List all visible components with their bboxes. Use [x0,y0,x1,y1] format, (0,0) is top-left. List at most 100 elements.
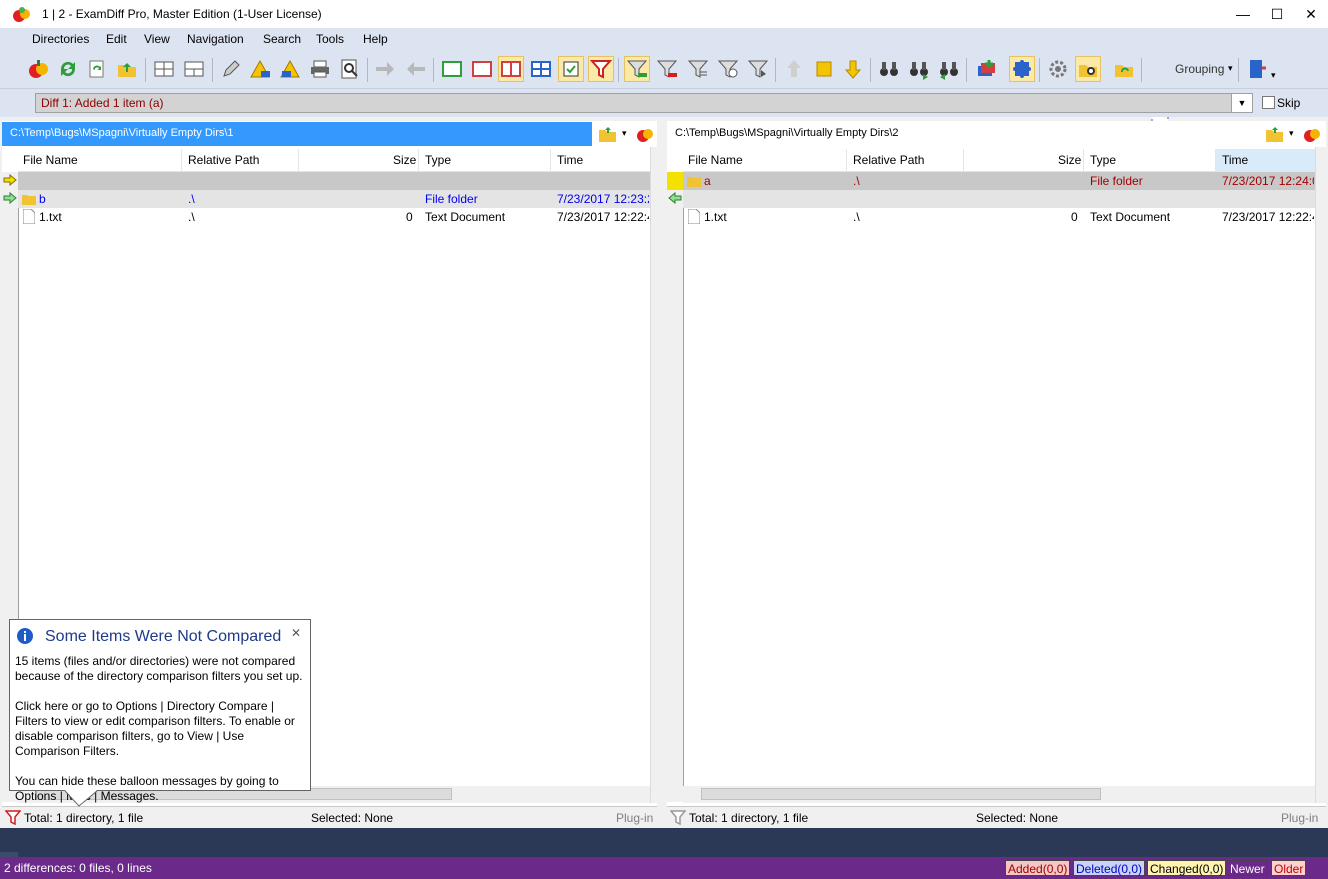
diff-dropdown-icon[interactable]: ▼ [1231,93,1253,113]
refresh-icon[interactable] [55,56,81,82]
title-bar: 1 | 2 - ExamDiff Pro, Master Edition (1-… [0,0,1328,28]
toolbar-separator [433,58,434,82]
diff-selector[interactable]: Diff 1: Added 1 item (a) [35,93,1253,113]
balloon-message[interactable]: 15 items (files and/or directories) were… [15,654,309,804]
gear-icon[interactable] [1045,56,1071,82]
next-diff-icon[interactable] [372,56,398,82]
show-grid-icon[interactable] [528,56,554,82]
layout-icon[interactable] [151,56,177,82]
table-row[interactable]: 1.txt .\ 0 Text Document 7/23/2017 12:22… [683,208,1315,226]
app-logo-icon [13,7,30,22]
legend-deleted: Deleted(0,0) [1073,860,1146,876]
row-type: File folder [425,192,478,206]
row-size: 0 [1071,210,1078,224]
toolbar-overflow-icon[interactable]: ▾ [1271,70,1276,81]
right-col-size[interactable]: Size [1058,153,1081,167]
puzzle-icon[interactable] [1009,56,1035,82]
left-browse-folder-icon[interactable] [598,125,618,146]
filter-clock-icon[interactable] [715,56,741,82]
binoculars-prev-icon[interactable] [936,56,962,82]
sync-folder-icon[interactable] [1111,56,1137,82]
menu-tools[interactable]: Tools [316,32,344,46]
show-right-icon[interactable] [469,56,495,82]
left-vertical-scrollbar[interactable] [650,147,667,803]
menu-help[interactable]: Help [363,32,388,46]
right-horizontal-scrollbar[interactable] [683,786,1315,803]
menu-directories[interactable]: Directories [32,32,89,46]
arrow-up-icon[interactable] [781,56,807,82]
show-both-icon[interactable] [498,56,524,82]
balloon-close-button[interactable]: ✕ [291,626,301,640]
prev-diff-icon[interactable] [403,56,429,82]
binoculars-icon[interactable] [876,56,902,82]
right-compare-icon[interactable] [1303,125,1321,146]
right-vertical-scrollbar[interactable] [1315,147,1328,803]
folder-up-icon[interactable] [114,56,140,82]
right-col-name[interactable]: File Name [688,153,743,167]
print-icon[interactable] [307,56,333,82]
right-browse-dropdown-icon[interactable]: ▾ [1289,128,1294,139]
filter-deleted-icon[interactable] [654,56,680,82]
show-left-icon[interactable] [439,56,465,82]
table-row[interactable] [18,172,650,190]
right-path-bar[interactable]: C:\Temp\Bugs\MSpagni\Virtually Empty Dir… [667,122,1257,146]
stop-icon[interactable] [811,56,837,82]
recompare-icon[interactable] [84,56,110,82]
menu-navigation[interactable]: Navigation [187,32,244,46]
filter-older-icon[interactable] [745,56,771,82]
menu-view[interactable]: View [144,32,170,46]
checkbox-icon[interactable] [558,56,584,82]
left-compare-icon[interactable] [636,125,654,146]
menu-search[interactable]: Search [263,32,301,46]
legend-added: Added(0,0) [1005,860,1071,876]
arrow-down-icon[interactable] [840,56,866,82]
left-col-time[interactable]: Time [557,153,583,167]
minimize-button[interactable]: — [1226,0,1260,28]
right-col-type[interactable]: Type [1090,153,1116,167]
filter-added-icon[interactable] [624,56,650,82]
add-plugin-icon[interactable] [973,56,999,82]
filter-changed-icon[interactable] [685,56,711,82]
table-row[interactable]: b .\ File folder 7/23/2017 12:23:23 [18,190,650,208]
grouping-dropdown-icon[interactable]: ▾ [1228,63,1233,74]
left-col-size[interactable]: Size [393,153,416,167]
right-col-time[interactable]: Time [1222,153,1248,167]
balloon-title: Some Items Were Not Compared [45,628,282,645]
right-scroll-thumb[interactable] [701,788,1101,800]
layout-alt-icon[interactable] [181,56,207,82]
grouping-button[interactable]: Grouping [1175,62,1224,76]
exit-icon[interactable] [1243,56,1269,82]
close-window-button[interactable]: ✕ [1294,0,1328,28]
find-folder-icon[interactable] [1075,56,1101,82]
folder-icon [22,195,36,205]
skip-checkbox[interactable] [1262,96,1275,109]
filter-status-icon[interactable] [5,810,21,825]
right-col-path[interactable]: Relative Path [853,153,924,167]
left-col-path[interactable]: Relative Path [188,153,259,167]
left-col-type[interactable]: Type [425,153,451,167]
compare-icon[interactable] [25,56,51,82]
binoculars-next-icon[interactable] [906,56,932,82]
warning-folder-icon[interactable] [248,56,274,82]
skip-label: Skip [1277,96,1301,110]
right-browse-folder-icon[interactable] [1265,125,1285,146]
toolbar-separator [1141,58,1142,82]
table-row[interactable] [683,190,1315,208]
left-path-bar[interactable]: C:\Temp\Bugs\MSpagni\Virtually Empty Dir… [2,122,592,146]
filter-icon[interactable] [588,56,614,82]
table-row[interactable]: a .\ File folder 7/23/2017 12:24:03 [683,172,1315,190]
warning-folder-alt-icon[interactable] [278,56,304,82]
row-time: 7/23/2017 12:24:03 [1222,174,1314,188]
table-row[interactable]: 1.txt .\ 0 Text Document 7/23/2017 12:22… [18,208,650,226]
left-status-total: Total: 1 directory, 1 file [24,811,144,825]
preview-icon[interactable] [337,56,363,82]
info-balloon[interactable]: Some Items Were Not Compared ✕ 15 items … [9,619,311,803]
edit-icon[interactable] [218,56,244,82]
menu-edit[interactable]: Edit [106,32,127,46]
left-browse-dropdown-icon[interactable]: ▾ [622,128,627,139]
toolbar-separator [618,58,619,82]
left-col-name[interactable]: File Name [23,153,78,167]
filter-status-icon[interactable] [670,810,686,825]
bottom-status-bar: 2 differences: 0 files, 0 lines Added(0,… [0,857,1328,879]
maximize-button[interactable]: ☐ [1260,0,1294,28]
